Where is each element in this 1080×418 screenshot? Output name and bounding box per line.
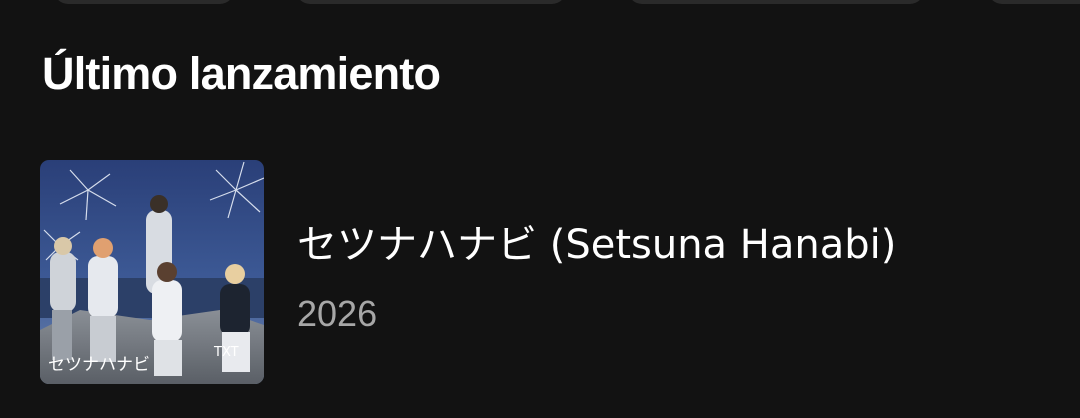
filter-chip-row bbox=[0, 0, 1080, 6]
filter-chip[interactable] bbox=[296, 0, 566, 4]
latest-release-item[interactable]: セツナハナビ TXT セツナハナビ (Setsuna Hanabi) 2026 bbox=[40, 160, 1040, 384]
cover-logo-text: TXT bbox=[213, 345, 239, 360]
cover-title-text: セツナハナビ bbox=[48, 355, 150, 375]
release-title[interactable]: セツナハナビ (Setsuna Hanabi) bbox=[297, 220, 896, 270]
artist-page: Último lanzamiento セツナハナビ TXT セツナハナビ (Se… bbox=[0, 0, 1080, 418]
album-cover-image[interactable]: セツナハナビ TXT bbox=[40, 160, 264, 384]
filter-chip[interactable] bbox=[988, 0, 1080, 4]
filter-chip[interactable] bbox=[628, 0, 924, 4]
section-title: Último lanzamiento bbox=[42, 48, 441, 99]
filter-chip[interactable] bbox=[54, 0, 234, 4]
release-year: 2026 bbox=[297, 293, 378, 334]
